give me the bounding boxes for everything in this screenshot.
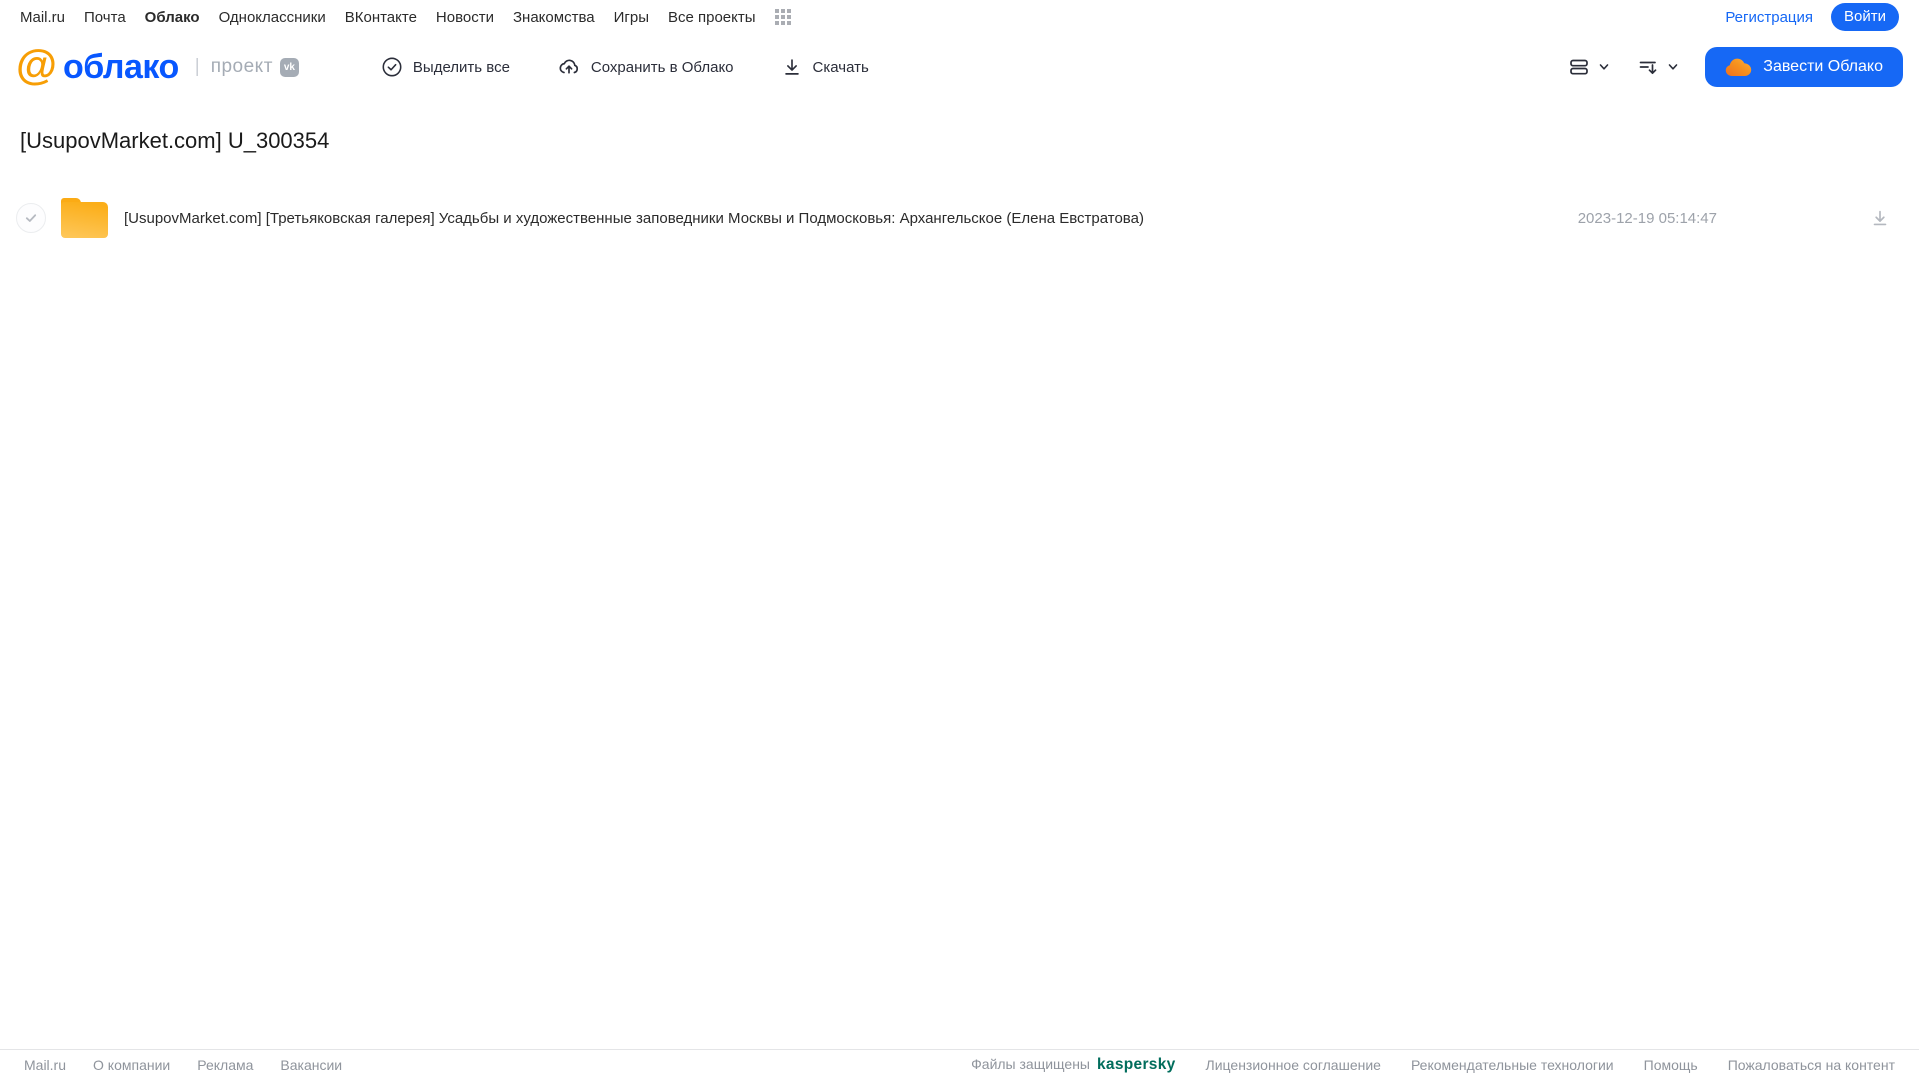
check-icon <box>25 214 37 222</box>
download-icon <box>784 59 799 75</box>
save-to-cloud-label: Сохранить в Облако <box>590 58 734 76</box>
nav-znakomstva[interactable]: Знакомства <box>513 9 595 26</box>
row-download-button[interactable] <box>1869 207 1891 229</box>
nav-odnoklassniki[interactable]: Одноклассники <box>219 9 326 26</box>
nav-vkontakte[interactable]: ВКонтакте <box>345 9 417 26</box>
protected-label: Файлы защищены <box>971 1055 1090 1072</box>
view-mode-dropdown[interactable] <box>1567 55 1610 79</box>
logo-divider: | <box>194 56 200 77</box>
download-button[interactable]: Скачать <box>781 56 869 78</box>
file-name[interactable]: [UsupovMarket.com] [Третьяковская галере… <box>124 210 1144 227</box>
toolbar: Выделить все Сохранить в Облако Скачать <box>381 55 869 79</box>
file-modified-date: 2023-12-19 05:14:47 <box>1577 209 1717 227</box>
nav-novosti[interactable]: Новости <box>436 9 494 26</box>
mailru-at-icon: @ <box>16 41 57 88</box>
chevron-down-icon <box>1668 64 1678 70</box>
footer-mailru-link[interactable]: Mail.ru <box>24 1057 66 1073</box>
select-all-button[interactable]: Выделить все <box>381 56 510 78</box>
row-checkbox[interactable] <box>16 203 46 233</box>
get-cloud-label: Завести Облако <box>1763 58 1883 75</box>
nav-mailru[interactable]: Mail.ru <box>20 9 65 26</box>
apps-grid-icon[interactable] <box>774 9 791 25</box>
register-link[interactable]: Регистрация <box>1725 9 1813 26</box>
cloud-header: @ облако | проект vk Выделить все Сохран… <box>0 38 1919 96</box>
footer-jobs-link[interactable]: Вакансии <box>280 1057 342 1073</box>
check-circle-icon <box>382 57 402 77</box>
footer-help-link[interactable]: Помощь <box>1644 1057 1698 1073</box>
save-to-cloud-button[interactable]: Сохранить в Облако <box>557 55 734 79</box>
footer-recommendation-link[interactable]: Рекомендательные технологии <box>1411 1057 1614 1073</box>
cloud-logo[interactable]: @ облако | проект vk <box>16 44 299 87</box>
select-all-label: Выделить все <box>412 58 510 76</box>
kaspersky-protection: Файлы защищены kaspersky <box>971 1056 1175 1074</box>
download-label: Скачать <box>812 58 869 76</box>
nav-pochta[interactable]: Почта <box>84 9 126 26</box>
sort-icon <box>1639 61 1657 75</box>
page-title: [UsupovMarket.com] U_300354 <box>20 128 330 153</box>
orange-cloud-icon <box>1726 58 1752 76</box>
file-row[interactable]: [UsupovMarket.com] [Третьяковская галере… <box>0 194 1919 242</box>
header-right-controls: Завести Облако <box>1567 47 1903 87</box>
logo-text: облако <box>62 47 179 86</box>
portal-nav: Mail.ru Почта Облако Одноклассники ВКонт… <box>0 0 1919 34</box>
footer: Mail.ru О компании Реклама Вакансии Файл… <box>0 1049 1919 1079</box>
cloud-upload-icon <box>559 59 578 74</box>
footer-license-link[interactable]: Лицензионное соглашение <box>1206 1057 1381 1073</box>
download-icon <box>1873 210 1887 226</box>
chevron-down-icon <box>1599 64 1609 70</box>
login-button[interactable]: Войти <box>1831 3 1899 31</box>
nav-all-projects[interactable]: Все проекты <box>668 9 756 26</box>
vk-icon: vk <box>279 57 299 77</box>
nav-igry[interactable]: Игры <box>614 9 649 26</box>
get-cloud-button[interactable]: Завести Облако <box>1705 47 1903 87</box>
project-label: проект <box>210 56 273 77</box>
folder-icon <box>61 198 108 238</box>
list-view-icon <box>1570 59 1589 75</box>
kaspersky-logo[interactable]: kaspersky <box>1097 1056 1176 1074</box>
sort-dropdown[interactable] <box>1636 55 1679 79</box>
footer-report-link[interactable]: Пожаловаться на контент <box>1728 1057 1895 1073</box>
footer-about-link[interactable]: О компании <box>93 1057 170 1073</box>
footer-ads-link[interactable]: Реклама <box>197 1057 253 1073</box>
nav-oblako[interactable]: Облако <box>145 9 200 26</box>
